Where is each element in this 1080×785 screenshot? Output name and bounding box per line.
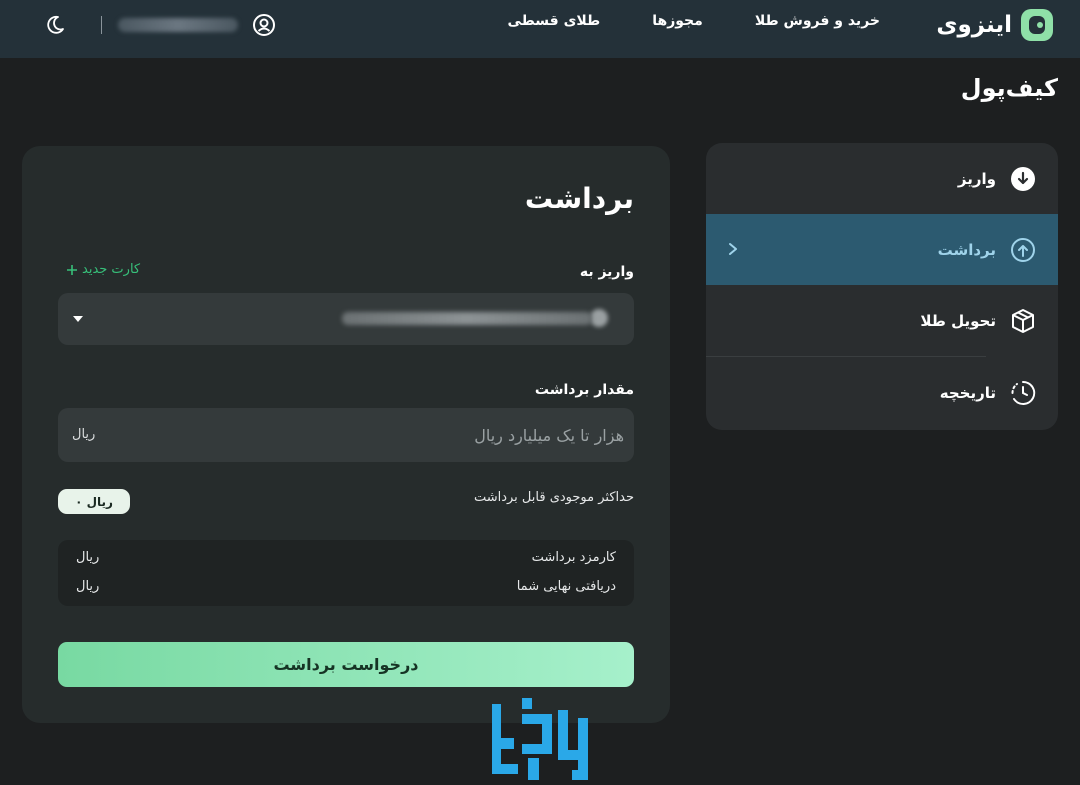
- wallet-sidebar: واریز برداشت تحویل طلا تاریخچه: [706, 143, 1058, 430]
- user-menu[interactable]: [118, 13, 276, 37]
- new-card-label: کارت جدید: [82, 262, 141, 277]
- plus-icon: [67, 264, 77, 275]
- user-name-blurred: [118, 18, 238, 32]
- fee-value: ریال: [76, 550, 100, 565]
- bank-card-select[interactable]: [58, 293, 634, 345]
- header-divider: [101, 16, 102, 34]
- nav-buy-sell-gold[interactable]: خرید و فروش طلا: [755, 13, 880, 29]
- brand-name: اینزوی: [936, 12, 1012, 38]
- sidebar-item-label: برداشت: [937, 240, 996, 259]
- final-amount-row: دریافتی نهایی شما ریال: [58, 579, 634, 599]
- max-withdrawable-label: حداکثر موجودی قابل برداشت: [473, 490, 634, 505]
- brand-logo-icon: [1021, 9, 1053, 41]
- amount-field[interactable]: ریال: [58, 408, 634, 462]
- sidebar-item-history[interactable]: تاریخچه: [706, 357, 1058, 428]
- sidebar-item-gold-delivery[interactable]: تحویل طلا: [706, 285, 1058, 356]
- upload-circle-icon: [1011, 237, 1035, 262]
- new-card-link[interactable]: کارت جدید: [66, 262, 140, 277]
- amount-label: مقدار برداشت: [534, 382, 634, 398]
- chevron-right-icon: [729, 243, 737, 255]
- moon-icon[interactable]: [44, 14, 66, 36]
- brand-logo[interactable]: اینزوی: [936, 6, 1054, 44]
- final-amount-value: ریال: [76, 579, 100, 594]
- sidebar-item-label: تحویل طلا: [920, 311, 996, 330]
- nav-licenses[interactable]: مجوزها: [652, 13, 703, 29]
- history-icon: [1011, 380, 1036, 405]
- fee-summary: کارمزد برداشت ریال دریافتی نهایی شما ریا…: [58, 540, 634, 606]
- amount-input[interactable]: [134, 408, 634, 462]
- destination-label: واریز به: [579, 264, 634, 280]
- card-number-blurred: [342, 312, 592, 325]
- withdraw-request-button[interactable]: درخواست برداشت: [58, 642, 634, 687]
- sidebar-item-deposit[interactable]: واریز: [706, 143, 1058, 214]
- download-circle-icon: [1011, 166, 1035, 191]
- max-withdrawable-badge: ۰ ریال: [58, 489, 130, 514]
- fee-label: کارمزد برداشت: [531, 550, 616, 565]
- nav-installment-gold[interactable]: طلای قسطی: [508, 13, 601, 29]
- box-icon: [1012, 308, 1034, 333]
- sidebar-item-withdraw[interactable]: برداشت: [706, 214, 1058, 285]
- sidebar-item-label: تاریخچه: [939, 383, 996, 402]
- amount-unit: ریال: [72, 427, 96, 442]
- fee-row: کارمزد برداشت ریال: [58, 550, 634, 570]
- bank-logo-blurred: [590, 309, 608, 327]
- page-title: کیف‌پول: [960, 74, 1058, 102]
- caret-down-icon: [73, 316, 83, 322]
- withdraw-card: برداشت واریز به کارت جدید مقدار برداشت ر…: [22, 146, 670, 723]
- user-circle-icon: [253, 14, 275, 36]
- watermark-logo: [492, 698, 588, 780]
- sidebar-item-label: واریز: [957, 169, 996, 188]
- main-nav: خرید و فروش طلا مجوزها طلای قسطی: [508, 13, 881, 29]
- withdraw-title: برداشت: [524, 182, 634, 215]
- top-bar: اینزوی خرید و فروش طلا مجوزها طلای قسطی: [0, 0, 1080, 58]
- final-amount-label: دریافتی نهایی شما: [516, 579, 616, 594]
